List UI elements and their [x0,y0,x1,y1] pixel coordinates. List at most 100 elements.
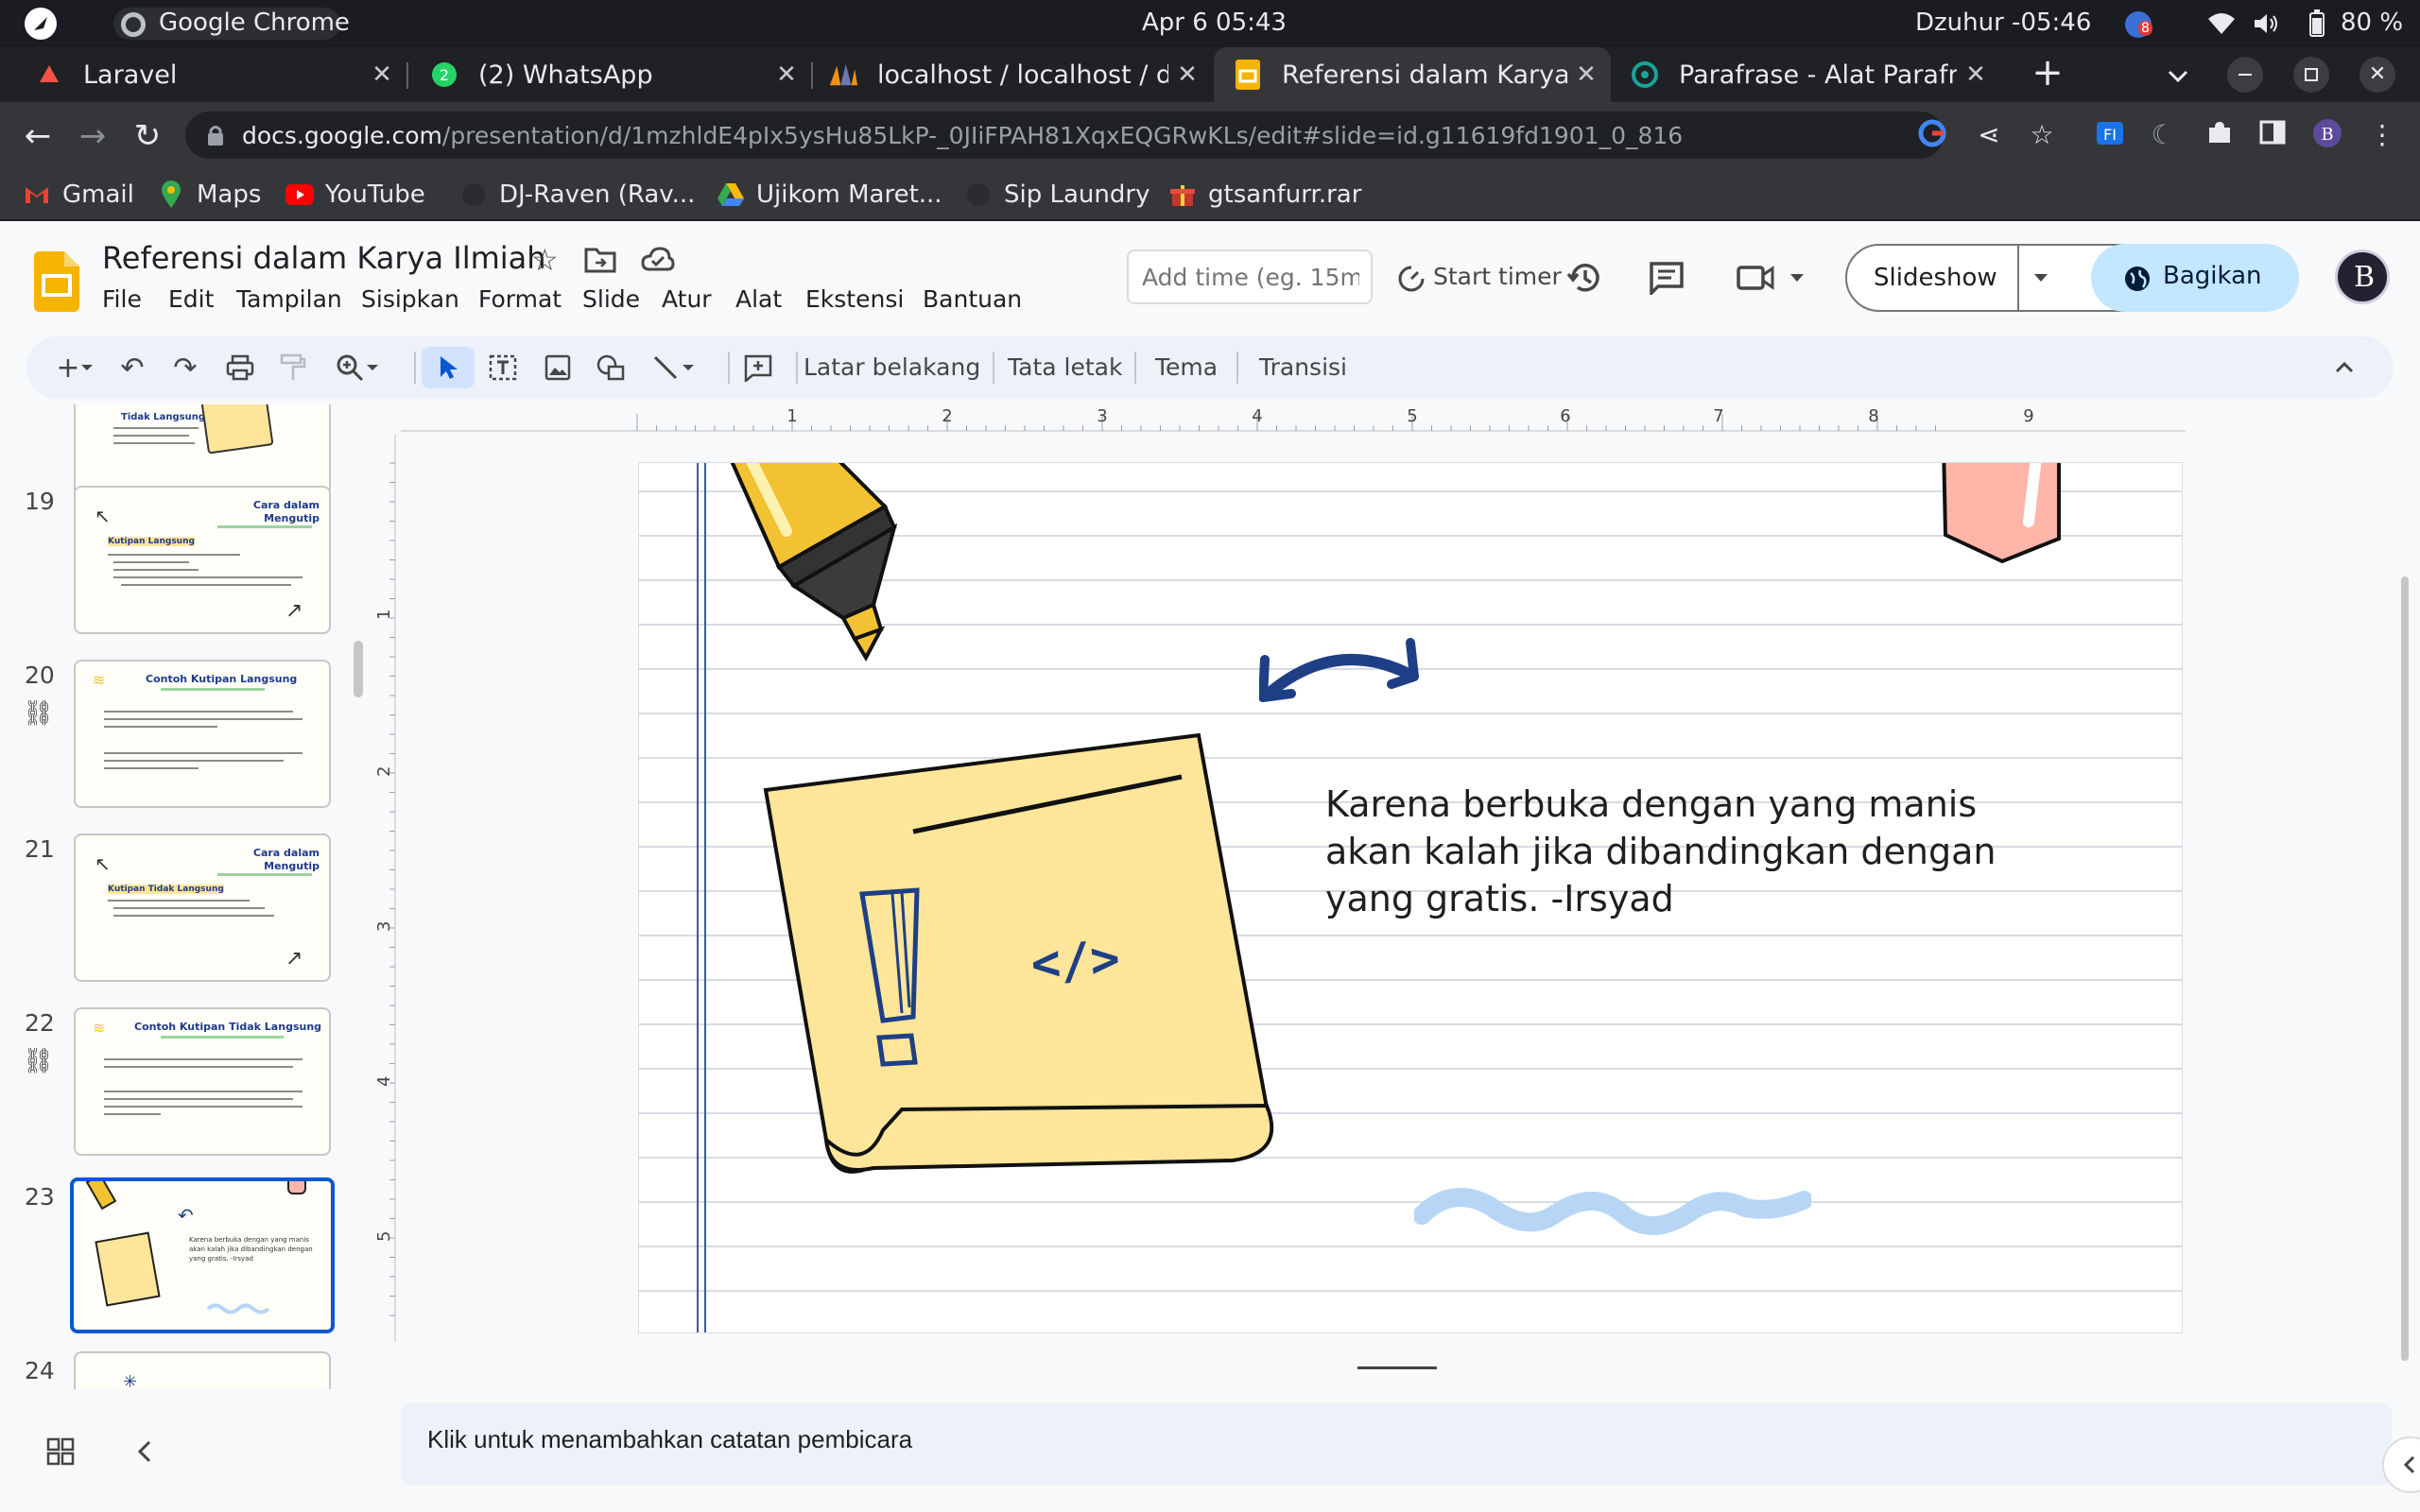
os-launcher-icon[interactable] [25,8,57,40]
battery-icon[interactable] [2308,9,2325,38]
insert-image-icon[interactable] [537,347,579,388]
linked-slide-icon[interactable]: ⛓ [23,1047,55,1079]
layout-button[interactable]: Tata letak [1008,353,1122,381]
reload-icon[interactable]: ↻ [127,115,168,157]
maximize-button[interactable] [2293,57,2329,93]
bookmark-dj-raven[interactable]: DJ-Raven (Rav... [459,176,695,214]
close-icon[interactable]: ✕ [1567,60,1605,89]
side-panel-icon[interactable] [2256,118,2290,152]
quote-text-box[interactable]: Karena berbuka dengan yang manis akan ka… [1325,781,2100,922]
menu-sisipkan[interactable]: Sisipkan [361,285,459,313]
print-icon[interactable] [219,347,261,388]
google-lens-icon[interactable] [1915,118,1949,152]
url-text[interactable]: docs.google.com/presentation/d/1mzhldE4p… [242,122,1683,149]
slide-thumbnail-selected[interactable]: ↶ Karena berbuka dengan yang manis akan … [70,1177,335,1333]
close-window-button[interactable]: ✕ [2360,57,2395,93]
paint-format-icon[interactable] [272,347,314,388]
speaker-notes-panel[interactable]: Klik untuk menambahkan catatan pembicara [401,1402,2392,1486]
redo-icon[interactable]: ↷ [164,347,206,388]
cloud-saved-icon[interactable] [641,246,675,272]
profile-avatar[interactable]: B [2310,118,2344,152]
timer-duration-field[interactable] [1127,249,1373,304]
slide-thumbnail[interactable]: Cara dalam Mengutip Kutipan Langsung ↖ ↗ [74,486,331,634]
eraser-shape[interactable] [1936,463,2068,567]
lock-icon[interactable] [206,124,225,146]
bookmark-maps[interactable]: Maps [157,176,261,214]
slideshow-chevron-down-icon[interactable] [2032,272,2049,284]
notification-icon[interactable]: 8 [2125,11,2152,38]
volume-icon[interactable] [2252,11,2280,36]
comments-icon[interactable] [1649,261,1685,295]
menu-slide[interactable]: Slide [582,285,640,313]
minimize-button[interactable] [2227,57,2263,93]
bookmark-ujikom[interactable]: Ujikom Maret... [717,176,942,214]
menu-edit[interactable]: Edit [168,285,214,313]
slide-thumbnail[interactable]: ✳ [74,1351,331,1389]
speaker-notes-placeholder[interactable]: Klik untuk menambahkan catatan pembicara [427,1425,912,1454]
grid-view-icon[interactable] [45,1436,76,1467]
google-slides-logo[interactable] [34,251,79,312]
close-icon[interactable]: ✕ [1957,60,1995,89]
select-cursor-icon[interactable] [422,347,475,388]
close-icon[interactable]: ✕ [768,60,805,89]
bookmark-youtube[interactable]: YouTube [285,176,425,214]
horizontal-ruler[interactable]: 1 2 3 4 5 6 7 8 9 [401,404,2186,433]
text-box-icon[interactable] [482,347,524,388]
meet-video-icon[interactable] [1736,263,1775,293]
shape-icon[interactable] [590,347,631,388]
menu-format[interactable]: Format [478,285,562,313]
slide-filmstrip[interactable]: Tidak Langsung 19 Cara dalam Mengutip Ku… [0,404,378,1389]
theme-button[interactable]: Tema [1155,353,1218,381]
menu-alat[interactable]: Alat [735,285,782,313]
back-arrow-icon[interactable]: ← [17,115,59,157]
add-comment-icon[interactable] [737,347,779,388]
menu-file[interactable]: File [102,285,142,313]
tab-phpmyadmin[interactable]: localhost / localhost / das ✕ [815,47,1212,102]
canvas-scrollbar[interactable] [2401,576,2409,1361]
line-chevron-down-icon[interactable] [677,347,700,388]
highlighter-marker-shape[interactable] [724,463,951,699]
share-button[interactable]: Bagikan [2091,244,2299,312]
document-title[interactable]: Referensi dalam Karya Ilmiah [102,240,546,276]
undo-icon[interactable]: ↶ [112,347,153,388]
menu-atur[interactable]: Atur [662,285,712,313]
prayer-time[interactable]: Dzuhur -05:46 [1915,9,2091,37]
zoom-chevron-down-icon[interactable] [361,347,384,388]
slideshow-button[interactable]: Slideshow [1874,264,1997,292]
slide-thumbnail[interactable]: Contoh Kutipan Tidak Langsung ≋ [74,1007,331,1156]
collapse-toolbar-chevron-up-icon[interactable] [2324,347,2365,388]
menu-bantuan[interactable]: Bantuan [923,285,1022,313]
slide-thumbnail[interactable]: Cara dalam Mengutip Kutipan Tidak Langsu… [74,833,331,982]
vertical-ruler[interactable]: 1 2 3 4 5 [374,435,397,1342]
new-tab-button[interactable]: + [2027,53,2068,94]
close-icon[interactable]: ✕ [363,60,401,89]
wavy-line-shape[interactable] [1414,1185,1811,1251]
tab-google-slides[interactable]: Referensi dalam Karya Ilm ✕ [1214,47,1611,102]
star-icon[interactable]: ☆ [531,242,559,278]
account-avatar[interactable]: B [2335,249,2390,304]
transition-button[interactable]: Transisi [1259,353,1347,381]
address-bar[interactable]: docs.google.com/presentation/d/1mzhldE4p… [185,112,1944,159]
wifi-icon[interactable] [2206,11,2237,36]
slide-thumbnail[interactable]: Tidak Langsung [74,404,331,496]
filmstrip-scroll-thumb[interactable] [354,641,363,697]
meet-chevron-down-icon[interactable] [1789,272,1806,284]
slide-canvas[interactable]: </> Karena berbuka dengan yang manis aka… [639,463,2182,1332]
bookmark-gtsanfurr[interactable]: gtsanfurr.rar [1168,176,1361,214]
close-icon[interactable]: ✕ [1168,60,1206,89]
curved-double-arrow-icon[interactable] [1259,629,1429,705]
extension-fi-icon[interactable]: FI [2093,118,2127,152]
background-button[interactable]: Latar belakang [804,353,980,381]
move-folder-icon[interactable] [584,246,616,274]
bookmark-gmail[interactable]: Gmail [23,176,134,214]
extension-moon-icon[interactable]: ☾ [2146,118,2180,152]
version-history-icon[interactable] [1565,259,1603,297]
collapse-filmstrip-chevron-left-icon[interactable] [130,1436,159,1467]
extensions-puzzle-icon[interactable] [2203,118,2237,152]
share-icon[interactable]: ⋖ [1972,118,2006,152]
scroll-paper-shape[interactable]: </> [760,733,1308,1187]
notes-resize-handle[interactable] [1357,1366,1437,1369]
forward-arrow-icon[interactable]: → [72,115,113,157]
slide-thumbnail[interactable]: Contoh Kutipan Langsung ≋ [74,660,331,808]
more-menu-icon[interactable]: ⋮ [2365,118,2399,152]
